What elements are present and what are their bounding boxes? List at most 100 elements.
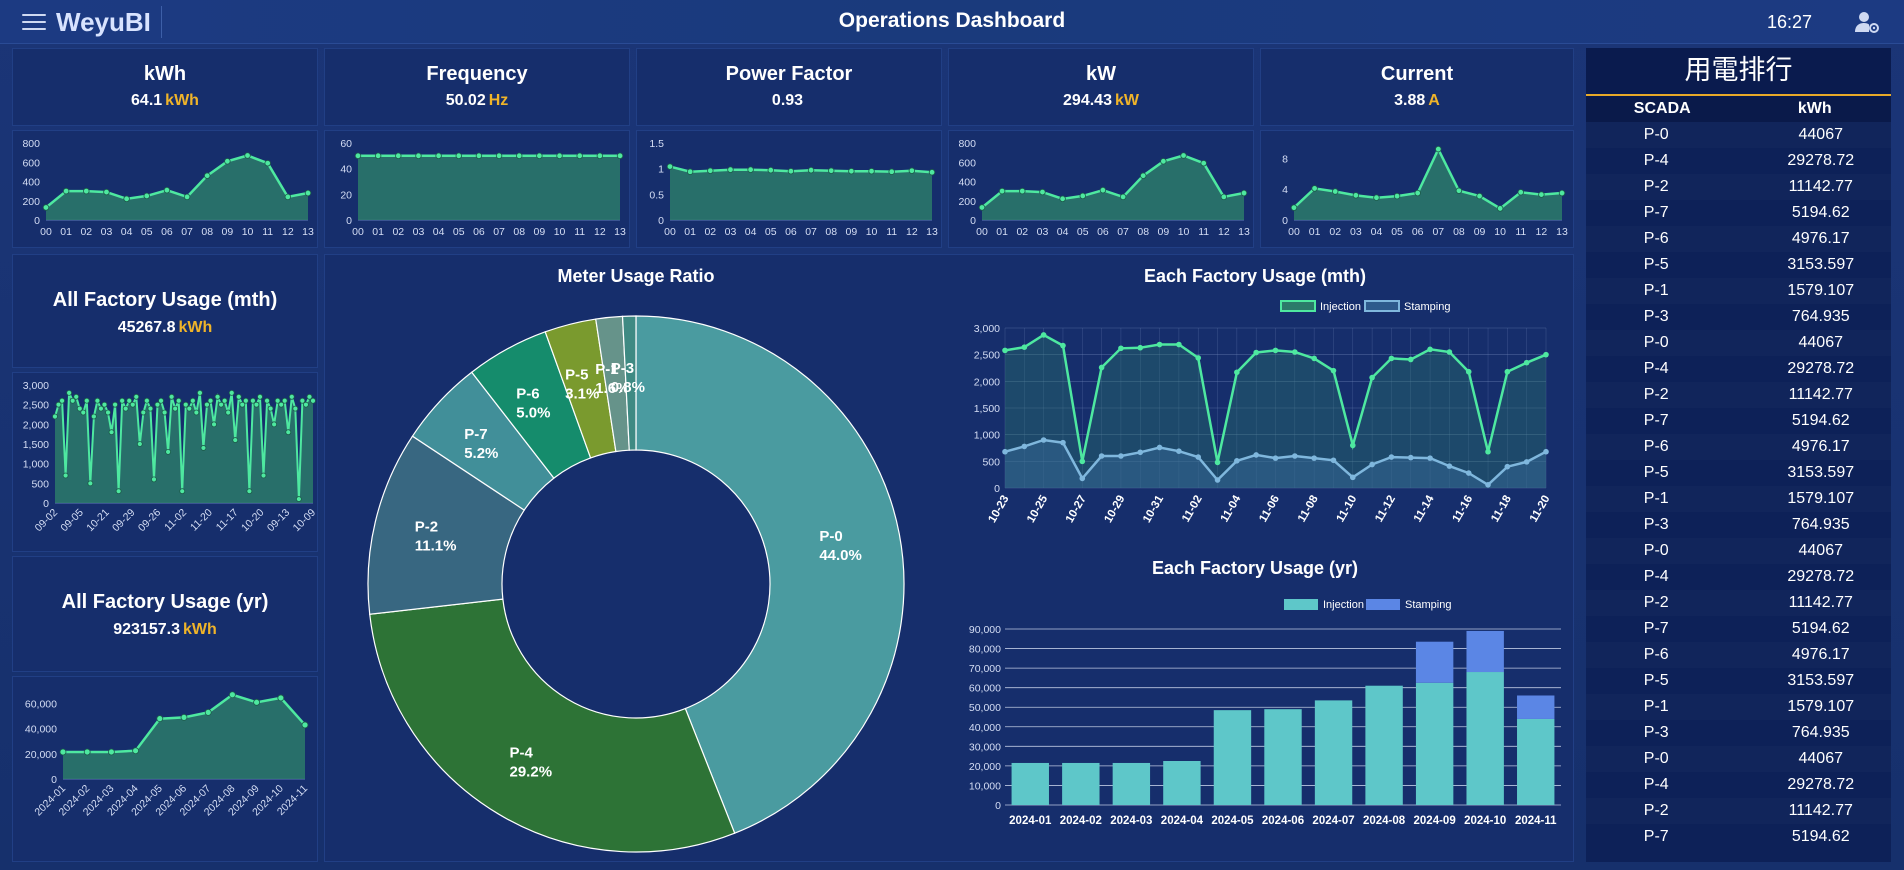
data-point <box>244 152 251 159</box>
y-tick-label: 2,500 <box>974 350 1000 362</box>
data-point <box>1352 192 1360 199</box>
table-row: P-1 1579.107 <box>1586 486 1891 512</box>
data-point <box>1039 188 1046 196</box>
data-point <box>200 445 207 451</box>
factory-usage-mth-panel: All Factory Usage (mth) 45267.8 kWh <box>12 254 318 368</box>
injection-point <box>1060 342 1066 349</box>
stamping-point <box>1407 454 1414 461</box>
user-settings-icon[interactable] <box>1853 8 1881 36</box>
injection-point <box>1446 349 1453 355</box>
injection-bar <box>1213 710 1252 805</box>
current-trend-panel: 0 4 8 00 01 02 03 04 05 06 07 08 09 10 11 12 13 <box>1260 130 1574 248</box>
x-tick-label: 11 <box>262 226 273 238</box>
data-point <box>246 488 253 495</box>
data-point <box>285 429 292 436</box>
injection-point <box>1427 346 1433 353</box>
kwh-cell: 11142.77 <box>1788 178 1853 195</box>
stamping-point <box>1040 437 1047 443</box>
kpi-power-factor: Power Factor 0.93 <box>636 48 942 126</box>
data-point <box>978 204 986 211</box>
scada-cell: P-2 <box>1643 386 1669 403</box>
data-point <box>224 158 231 165</box>
x-tick-label: 2024-05 <box>1211 815 1254 827</box>
kpi-kwh: kWh 64.1 kWh <box>12 48 318 126</box>
scada-cell: P-6 <box>1643 438 1669 455</box>
data-point <box>140 409 147 416</box>
y-tick-label: 1,000 <box>974 430 1000 442</box>
data-point <box>868 168 875 175</box>
injection-point <box>1002 347 1008 354</box>
data-point <box>132 747 139 755</box>
data-point <box>267 405 274 412</box>
data-point <box>616 152 624 160</box>
chart-title: Each Factory Usage (mth) <box>1144 266 1366 286</box>
data-point <box>172 405 179 412</box>
kpi-title: Current <box>1380 63 1454 85</box>
x-tick-label: 05 <box>453 226 465 238</box>
data-point <box>52 413 58 420</box>
kw-trend-panel: 0 200 400 600 800 00 01 02 03 04 05 06 07 08 09 10 11 12 1… <box>948 130 1254 248</box>
top-bar: WeyuBI Operations Dashboard 16:27 <box>0 0 1904 44</box>
y-tick-label: 500 <box>31 478 49 490</box>
kwh-cell: 1579.107 <box>1787 698 1855 715</box>
data-point <box>143 397 150 404</box>
summary-unit: kWh <box>178 319 213 336</box>
kwh-cell: 44067 <box>1798 542 1844 559</box>
data-point <box>888 168 895 175</box>
scada-cell: P-2 <box>1643 594 1669 611</box>
data-point <box>193 409 200 416</box>
x-tick-label: 00 <box>40 226 52 238</box>
data-point <box>435 152 442 160</box>
y-tick-label: 50,000 <box>969 702 1001 714</box>
kwh-cell: 29278.72 <box>1787 568 1855 585</box>
kwh-cell: 3153.597 <box>1787 464 1855 481</box>
data-point <box>1079 192 1086 200</box>
x-tick-label: 04 <box>1371 226 1383 238</box>
slice-percent: 5.0% <box>516 405 550 422</box>
data-point <box>253 401 260 408</box>
stamping-point <box>1021 443 1028 450</box>
data-point <box>143 192 150 200</box>
scada-cell: P-4 <box>1643 360 1669 377</box>
scada-cell: P-3 <box>1643 516 1669 533</box>
data-point <box>284 193 292 201</box>
injection-point <box>1311 355 1317 362</box>
y-tick-label: 0 <box>994 483 1000 495</box>
scada-cell: P-3 <box>1643 724 1669 741</box>
stamping-point <box>1427 455 1433 461</box>
injection-point <box>1137 344 1144 351</box>
x-tick-label: 01 <box>684 226 696 238</box>
scada-cell: P-3 <box>1643 308 1669 325</box>
x-tick-label: 12 <box>594 226 606 238</box>
data-point <box>207 397 214 404</box>
kwh-cell: 11142.77 <box>1788 386 1853 403</box>
table-row: P-5 3153.597 <box>1586 252 1891 278</box>
x-tick-label: 2024-09 <box>1414 815 1456 827</box>
main-charts-panel: Meter Usage Ratio P-0 44.0% P-4 29.2% P-2 11.1… <box>324 254 1574 862</box>
data-point <box>94 397 101 404</box>
y-tick-label: 800 <box>22 138 40 150</box>
data-point <box>374 152 382 160</box>
injection-point <box>1079 458 1086 465</box>
data-point <box>232 437 239 443</box>
y-tick-label: 2,000 <box>974 376 1000 388</box>
y-tick-label: 0 <box>43 498 49 510</box>
stamping-point <box>1272 455 1279 461</box>
data-point <box>767 167 774 174</box>
x-tick-label: 11-10 <box>1335 494 1360 525</box>
data-point <box>310 397 316 404</box>
x-tick-label: 10 <box>242 226 254 238</box>
injection-bar <box>1011 762 1049 805</box>
kwh-cell: 5194.62 <box>1791 828 1850 845</box>
x-tick-label: 10-20 <box>239 507 267 535</box>
kpi-value: 50.02 Hz <box>325 92 629 110</box>
x-tick-label: 11-06 <box>1257 494 1282 525</box>
data-point <box>516 152 523 160</box>
data-point <box>303 401 309 408</box>
y-tick-label: 400 <box>22 177 40 189</box>
x-tick-label: 09-26 <box>136 507 164 535</box>
data-point <box>260 472 267 479</box>
slice-percent: 0.8% <box>611 379 645 396</box>
table-row: P-0 44067 <box>1586 538 1891 564</box>
table-row: P-2 11142.77 <box>1586 174 1891 200</box>
